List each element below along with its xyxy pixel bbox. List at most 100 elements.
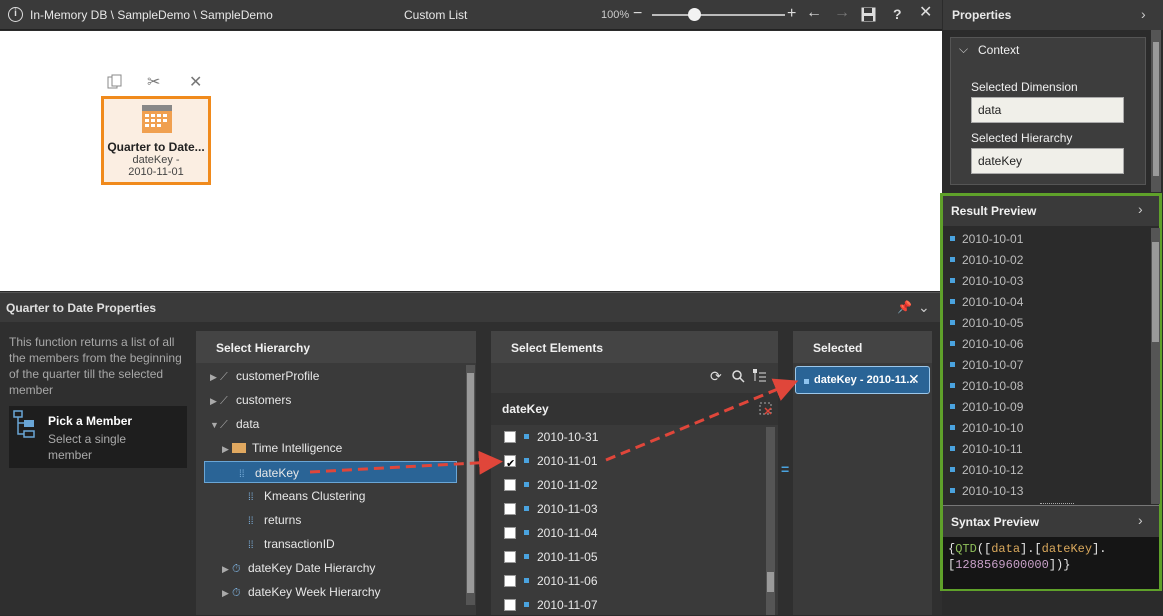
result-scrollbar[interactable] <box>1151 228 1160 504</box>
list-options-icon[interactable] <box>753 369 767 383</box>
refresh-icon[interactable]: ⟳ <box>710 368 722 385</box>
member-icon <box>950 320 955 326</box>
member-icon <box>950 446 955 452</box>
search-icon[interactable] <box>732 370 745 383</box>
pick-member-subtitle: Select a single member <box>48 432 127 462</box>
selected-dimension-field[interactable]: data <box>971 97 1124 123</box>
member-icon <box>950 488 955 494</box>
hierarchy-item[interactable]: ⁞⁞ dateKey <box>204 461 457 483</box>
element-row[interactable]: 2010-11-03 <box>504 498 598 520</box>
member-icon <box>950 404 955 410</box>
hierarchy-item[interactable]: ▶ ⏱ dateKey Date Hierarchy <box>222 557 375 579</box>
syntax-token: ([ <box>976 542 992 556</box>
result-item: 2010-10-01 <box>950 229 1023 250</box>
result-item-label: 2010-10-05 <box>962 316 1024 330</box>
close-icon[interactable]: ✕ <box>919 5 932 21</box>
expand-icon[interactable]: ▼ <box>210 414 220 436</box>
selected-hierarchy-field[interactable]: dateKey <box>971 148 1124 174</box>
help-icon[interactable]: ? <box>893 7 902 21</box>
function-properties-header: Quarter to Date Properties 📌 ⌄ <box>0 292 942 322</box>
remove-chip-icon[interactable]: ✕ <box>908 371 920 388</box>
result-item-label: 2010-10-01 <box>962 232 1024 246</box>
element-row[interactable]: 2010-11-06 <box>504 570 598 592</box>
result-item-label: 2010-10-06 <box>962 337 1024 351</box>
element-label: 2010-11-07 <box>537 598 598 612</box>
hierarchy-item[interactable]: ▶ ⟋ customerProfile <box>210 365 319 387</box>
clear-selection-icon[interactable] <box>759 402 773 416</box>
element-row[interactable]: 2010-11-04 <box>504 522 598 544</box>
hierarchy-icon: ⁞⁞ <box>248 540 254 551</box>
zoom-slider-thumb[interactable] <box>688 8 701 21</box>
result-item: 2010-10-08 <box>950 376 1023 397</box>
hierarchy-item-label: dateKey Week Hierarchy <box>248 585 381 599</box>
element-checkbox[interactable] <box>504 574 516 587</box>
collapse-icon[interactable]: ⌄ <box>918 299 930 316</box>
chevron-right-icon[interactable]: › <box>1138 512 1143 528</box>
member-icon <box>950 362 955 368</box>
elements-subheader-title: dateKey <box>502 402 549 416</box>
expand-icon[interactable]: ▶ <box>210 366 220 388</box>
expand-icon[interactable]: ▶ <box>222 558 232 580</box>
result-item-label: 2010-10-11 <box>962 442 1023 456</box>
hierarchy-scrollbar-thumb[interactable] <box>467 373 474 593</box>
expand-icon[interactable]: ▶ <box>222 438 232 460</box>
hierarchy-item[interactable]: ▼⟋ data <box>210 413 259 435</box>
element-checkbox[interactable] <box>504 526 516 539</box>
info-icon[interactable]: i <box>8 7 23 22</box>
zoom-level: 100% <box>601 9 630 21</box>
member-icon <box>804 379 809 384</box>
hierarchy-item[interactable]: ▶ ⏱ dateKey Week Hierarchy <box>222 581 381 603</box>
redo-icon[interactable]: → <box>834 5 850 21</box>
cut-icon[interactable]: ✂ <box>147 72 160 92</box>
save-icon[interactable] <box>861 7 876 22</box>
copy-icon[interactable] <box>107 74 123 90</box>
zoom-slider[interactable] <box>652 14 785 16</box>
element-row[interactable]: 2010-11-05 <box>504 546 598 568</box>
element-row[interactable]: 2010-11-02 <box>504 474 598 496</box>
element-checkbox[interactable] <box>504 430 516 443</box>
element-checkbox[interactable] <box>504 550 516 563</box>
pin-icon[interactable]: 📌 <box>897 300 912 314</box>
pick-member-option[interactable]: Pick a Member Select a single member <box>9 406 187 468</box>
result-item: 2010-10-11 <box>950 439 1023 460</box>
properties-scrollbar[interactable] <box>1151 30 1161 192</box>
result-scrollbar-thumb[interactable] <box>1152 242 1159 342</box>
element-checkbox[interactable] <box>504 453 516 475</box>
date-hierarchy-icon: ⏱ <box>232 587 241 599</box>
element-row[interactable]: 2010-10-31 <box>504 426 598 448</box>
function-card[interactable]: Quarter to Date... dateKey - 2010-11-01 <box>101 96 211 185</box>
syntax-member-key: 1288569600000 <box>955 558 1049 572</box>
element-row[interactable]: 2010-11-07 <box>504 594 598 616</box>
expand-icon[interactable]: ▶ <box>210 390 220 412</box>
member-icon <box>524 554 529 560</box>
chevron-right-icon[interactable]: › <box>1138 201 1143 217</box>
pick-member-title: Pick a Member <box>48 414 133 428</box>
selected-title: Selected <box>813 341 863 355</box>
selected-chip[interactable]: dateKey - 2010-11... ✕ <box>795 366 930 394</box>
dimension-icon: ⟋ <box>220 395 228 407</box>
member-icon <box>950 425 955 431</box>
hierarchy-item[interactable]: ▶ Time Intelligence <box>222 437 342 459</box>
hierarchy-item[interactable]: ⁞⁞ transactionID <box>238 533 335 555</box>
chevron-down-icon[interactable]: ⌵ <box>959 42 968 57</box>
zoom-in-icon[interactable]: + <box>787 6 796 22</box>
hierarchy-item[interactable]: ⁞⁞ returns <box>238 509 301 531</box>
delete-icon[interactable]: ✕ <box>189 72 202 92</box>
hierarchy-item[interactable]: ▶ ⟋ customers <box>210 389 291 411</box>
syntax-token: ].[ <box>1020 542 1042 556</box>
element-row[interactable]: 2010-11-01 <box>504 450 598 475</box>
element-checkbox[interactable] <box>504 478 516 491</box>
element-checkbox[interactable] <box>504 502 516 515</box>
properties-scrollbar-thumb[interactable] <box>1153 42 1159 176</box>
elements-scrollbar-thumb[interactable] <box>767 572 774 592</box>
expand-icon[interactable]: ▶ <box>222 582 232 604</box>
chevron-right-icon[interactable]: › <box>1141 6 1146 22</box>
element-label: 2010-11-05 <box>537 550 598 564</box>
hierarchy-item[interactable]: ⁞⁞ Kmeans Clustering <box>238 485 365 507</box>
undo-icon[interactable]: ← <box>806 5 822 21</box>
zoom-out-icon[interactable]: − <box>633 6 642 22</box>
syntax-hierarchy: dateKey <box>1041 542 1093 556</box>
hierarchy-scrollbar[interactable] <box>466 365 475 605</box>
elements-scrollbar[interactable] <box>766 427 775 615</box>
element-checkbox[interactable] <box>504 598 516 611</box>
